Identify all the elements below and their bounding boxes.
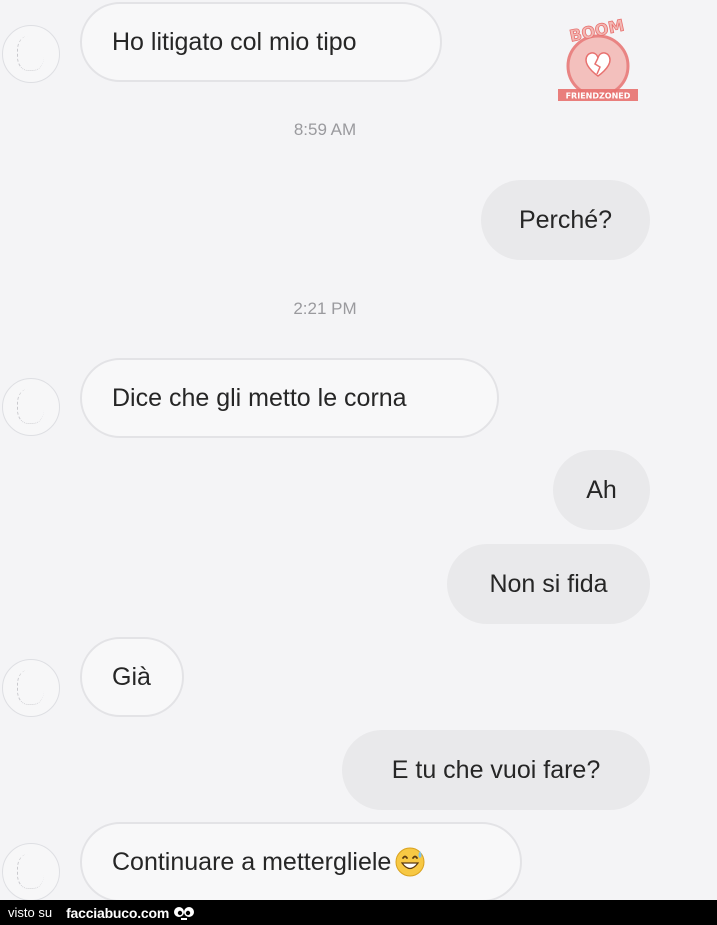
contact-avatar[interactable] <box>2 378 60 436</box>
boom-friendzoned-watermark: BOOM FRIENDZONED <box>558 15 638 101</box>
contact-avatar[interactable] <box>2 25 60 83</box>
incoming-message-bubble[interactable]: Dice che gli metto le corna <box>80 358 499 438</box>
incoming-message-bubble[interactable]: Continuare a mettergliele <box>80 822 522 902</box>
timestamp: 2:21 PM <box>293 299 357 318</box>
timestamp: 8:59 AM <box>293 120 357 139</box>
outgoing-message-bubble[interactable]: E tu che vuoi fare? <box>342 730 650 810</box>
chat-thread: Ho litigato col mio tipo BOOM FRIENDZONE… <box>0 0 717 902</box>
message-text: Dice che gli metto le corna <box>112 383 407 412</box>
watermark-ribbon-text: FRIENDZONED <box>566 92 631 101</box>
message-text: Già <box>112 662 151 691</box>
outgoing-message-bubble[interactable]: Ah <box>553 450 650 530</box>
message-text: Perché? <box>518 205 613 234</box>
message-text: Continuare a mettergliele <box>112 847 392 876</box>
footer-bar: visto su facciabuco.com <box>0 900 717 925</box>
incoming-message-bubble[interactable]: Già <box>80 637 184 717</box>
outgoing-message-bubble[interactable]: Non si fida <box>447 544 650 624</box>
message-text: Ah <box>586 475 617 504</box>
contact-avatar[interactable] <box>2 659 60 717</box>
outgoing-message-bubble[interactable]: Perché? <box>481 180 650 260</box>
incoming-message-bubble[interactable]: Ho litigato col mio tipo <box>80 2 442 82</box>
contact-avatar[interactable] <box>2 843 60 901</box>
grinning-sweat-emoji <box>395 847 425 877</box>
message-text: Non si fida <box>489 569 608 598</box>
footer-site-link[interactable]: facciabuco.com <box>66 905 169 921</box>
footer-prefix: visto su <box>8 905 53 920</box>
eyes-icon <box>174 906 195 920</box>
message-text: E tu che vuoi fare? <box>391 755 601 784</box>
message-text: Ho litigato col mio tipo <box>112 27 357 56</box>
